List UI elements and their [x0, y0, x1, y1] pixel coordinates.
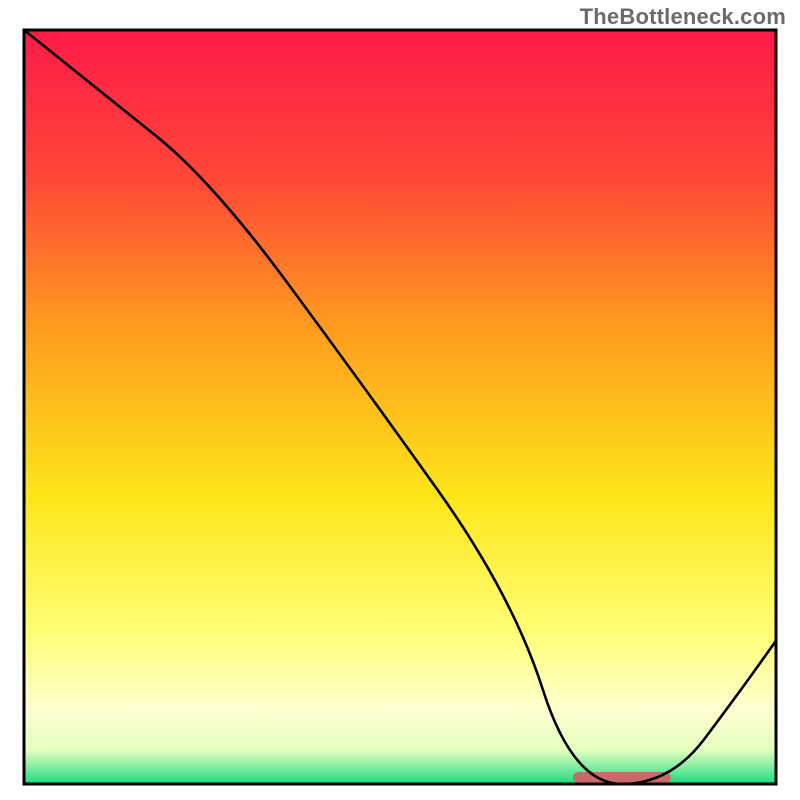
- watermark-text: TheBottleneck.com: [580, 4, 786, 30]
- bottleneck-chart: [0, 0, 800, 800]
- plot-area: [24, 30, 776, 784]
- plot-background: [24, 30, 776, 784]
- chart-frame: TheBottleneck.com: [0, 0, 800, 800]
